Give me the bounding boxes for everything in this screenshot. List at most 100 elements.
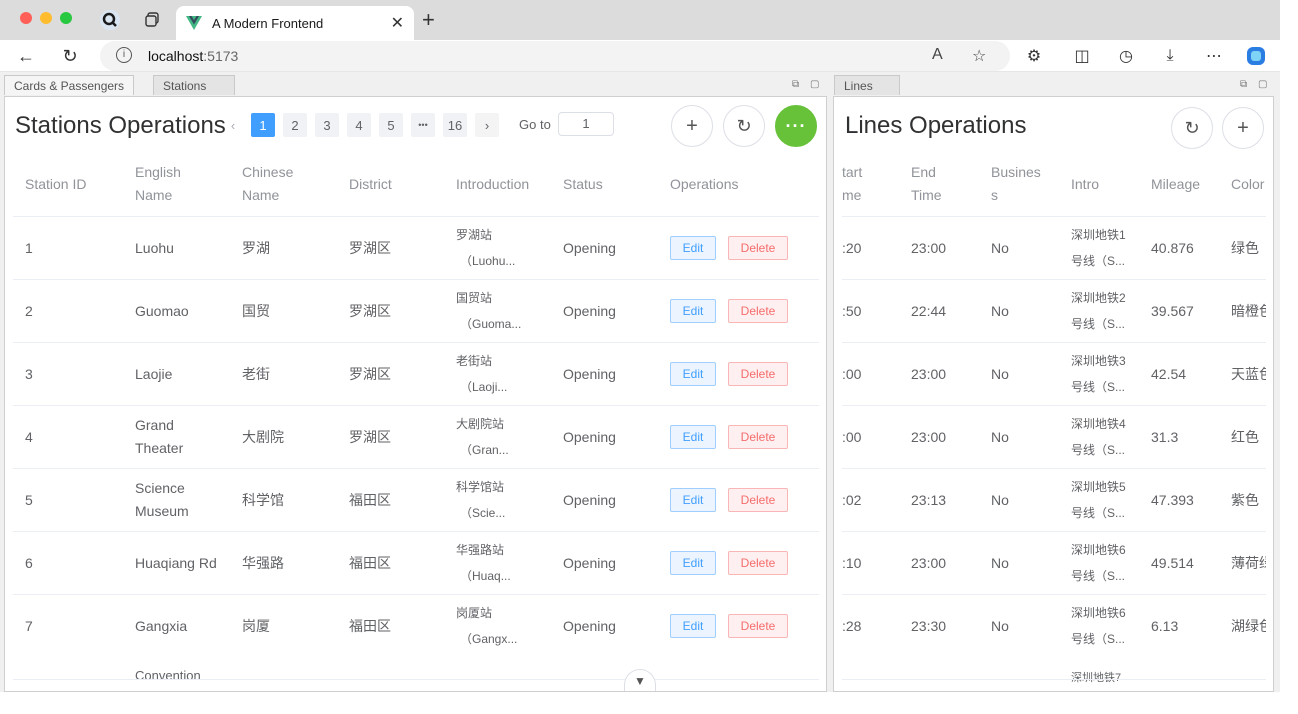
status: Opening xyxy=(563,492,616,508)
line-color: 暗橙色 xyxy=(1231,303,1266,319)
page-5[interactable]: 5 xyxy=(379,113,403,137)
mileage: 6.13 xyxy=(1151,618,1179,634)
start-time: :28 xyxy=(842,618,862,634)
chinese-name: 国贸 xyxy=(242,303,270,319)
refresh-stations-button[interactable]: ↻ xyxy=(723,105,765,147)
stations-table: Station ID English Name Chinese Name Dis… xyxy=(13,153,819,691)
introduction: 华强路站 （Huaq... xyxy=(456,543,511,583)
chinese-name: 岗厦 xyxy=(242,618,270,634)
profile-icon[interactable] xyxy=(98,8,122,32)
table-row: 6 Huaqiang Rd 华强路 福田区 华强路站 （Huaq... Opening Edi… xyxy=(13,531,819,594)
delete-button[interactable]: Delete xyxy=(728,236,788,260)
edit-button[interactable]: Edit xyxy=(670,488,716,512)
url-field[interactable]: i localhost:5173 A ☆ xyxy=(100,41,1010,71)
business: No xyxy=(991,240,1009,256)
delete-button[interactable]: Delete xyxy=(728,362,788,386)
page-1[interactable]: 1 xyxy=(251,113,275,137)
reload-icon[interactable]: ↻ xyxy=(58,44,82,68)
page-4[interactable]: 4 xyxy=(347,113,371,137)
line-color: 红色 xyxy=(1231,429,1259,445)
page-title: Stations Operations xyxy=(15,112,226,139)
table-row: :00 23:00 No 深圳地铁3号线（S... 42.54 天蓝色 xyxy=(842,342,1266,405)
end-time: 23:13 xyxy=(911,492,947,508)
pane-maximize-icon[interactable]: ▢ xyxy=(810,79,819,90)
maximize-window-button[interactable] xyxy=(60,12,72,24)
col-english-name: English Name xyxy=(135,164,181,203)
status: Opening xyxy=(563,303,616,319)
edit-button[interactable]: Edit xyxy=(670,425,716,449)
workspaces-icon[interactable] xyxy=(140,8,164,32)
minimize-window-button[interactable] xyxy=(40,12,52,24)
back-arrow-icon[interactable]: ← xyxy=(14,44,38,68)
status: Opening xyxy=(563,555,616,571)
split-screen-icon[interactable]: ◫ xyxy=(1070,44,1094,68)
edit-button[interactable]: Edit xyxy=(670,614,716,638)
tab-cards-passengers[interactable]: Cards & Passengers xyxy=(4,75,135,95)
edit-button[interactable]: Edit xyxy=(670,362,716,386)
chinese-name: 科学馆 xyxy=(242,492,284,508)
page-16[interactable]: 16 xyxy=(443,113,467,137)
new-tab-button[interactable]: + xyxy=(422,8,435,32)
prev-page-icon[interactable]: ‹ xyxy=(221,113,245,137)
page-3[interactable]: 3 xyxy=(315,113,339,137)
delete-button[interactable]: Delete xyxy=(728,488,788,512)
table-row: :20 23:00 No 深圳地铁1 号线（S... 40.876 绿色 xyxy=(842,216,1266,279)
more-actions-button[interactable]: ··· xyxy=(775,105,817,147)
station-id: 4 xyxy=(25,429,33,445)
pane-restore-icon[interactable]: ⧉ xyxy=(1240,79,1247,90)
app-area: Cards & Passengers Stations ⧉ ▢ Stations… xyxy=(0,72,1280,692)
introduction: 国贸站 （Guoma... xyxy=(456,291,522,331)
refresh-lines-button[interactable]: ↻ xyxy=(1171,107,1213,149)
browser-tab[interactable]: A Modern Frontend ✕ xyxy=(176,6,414,40)
next-page-icon[interactable]: › xyxy=(475,113,499,137)
col-end-time: End Time xyxy=(911,164,942,203)
extensions-icon[interactable]: ⚙ xyxy=(1022,44,1046,68)
tab-lines[interactable]: Lines xyxy=(834,75,900,95)
intro: 深圳地铁4 号线（S... xyxy=(1071,417,1126,457)
site-info-icon[interactable]: i xyxy=(116,47,132,63)
refresh-icon: ↻ xyxy=(736,115,752,136)
close-window-button[interactable] xyxy=(20,12,32,24)
start-time: :02 xyxy=(842,492,862,508)
downloads-icon[interactable]: ⤓ xyxy=(1158,44,1182,68)
col-station-id: Station ID xyxy=(25,176,87,192)
more-menu-icon[interactable]: ⋯ xyxy=(1202,44,1226,68)
close-tab-icon[interactable]: ✕ xyxy=(391,13,404,33)
intro: 深圳地铁3 号线（S... xyxy=(1071,354,1126,394)
add-line-button[interactable]: + xyxy=(1222,107,1264,149)
pane-maximize-icon[interactable]: ▢ xyxy=(1258,79,1267,90)
edit-button[interactable]: Edit xyxy=(670,236,716,260)
pane-restore-icon[interactable]: ⧉ xyxy=(792,79,799,90)
introduction: 老街站 （Laoji... xyxy=(456,354,508,394)
tab-stations[interactable]: Stations xyxy=(153,75,235,95)
delete-button[interactable]: Delete xyxy=(728,299,788,323)
start-time: :50 xyxy=(842,303,862,319)
edit-button[interactable]: Edit xyxy=(670,299,716,323)
business: No xyxy=(991,366,1009,382)
col-operations: Operations xyxy=(670,176,739,192)
table-row: :50 22:44 No 深圳地铁2号线（S... 39.567 暗橙色 xyxy=(842,279,1266,342)
district: 福田区 xyxy=(349,555,391,571)
district: 罗湖区 xyxy=(349,240,391,256)
page-2[interactable]: 2 xyxy=(283,113,307,137)
refresh-icon: ↻ xyxy=(1184,117,1200,138)
favorite-star-icon[interactable]: ☆ xyxy=(972,46,986,66)
station-id: 7 xyxy=(25,618,33,634)
table-bottom-border xyxy=(13,679,819,680)
district: 福田区 xyxy=(349,618,391,634)
lines-panel: Lines Operations ↻ + tart me End Time Busi… xyxy=(833,96,1274,692)
line-color: 湖绿色 xyxy=(1231,618,1266,634)
copilot-icon[interactable] xyxy=(1244,44,1268,68)
delete-button[interactable]: Delete xyxy=(728,614,788,638)
english-name: Laojie xyxy=(135,366,173,382)
add-station-button[interactable]: + xyxy=(671,105,713,147)
goto-page-input[interactable]: 1 xyxy=(558,112,614,136)
col-chinese-name: Chinese Name xyxy=(242,164,294,203)
delete-button[interactable]: Delete xyxy=(728,551,788,575)
table-header: tart me End Time Busines s Intro Mileage Co… xyxy=(842,153,1266,216)
read-aloud-icon[interactable]: A xyxy=(932,46,943,64)
delete-button[interactable]: Delete xyxy=(728,425,788,449)
edit-button[interactable]: Edit xyxy=(670,551,716,575)
history-icon[interactable]: ◷ xyxy=(1114,44,1138,68)
more-pages[interactable]: ••• xyxy=(411,113,435,137)
